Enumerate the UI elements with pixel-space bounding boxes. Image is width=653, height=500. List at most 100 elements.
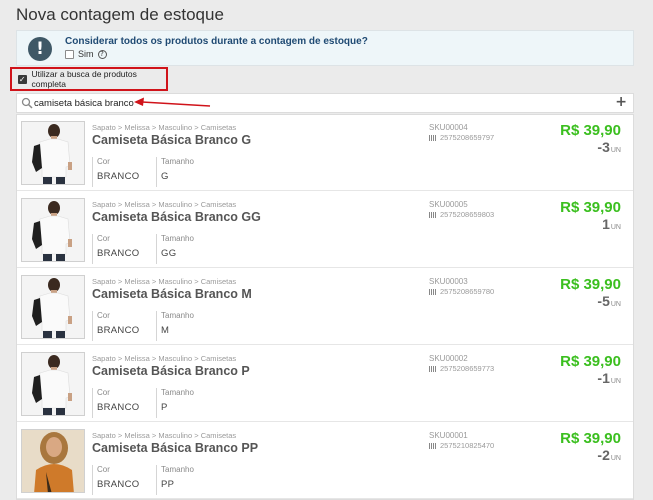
annotation-arrow-icon [134,97,211,107]
unit-label: UN [610,455,621,462]
product-quantity-value: -2 [597,447,610,463]
attr-color: Cor BRANCO [92,234,154,264]
add-icon[interactable]: + [615,94,627,110]
product-image[interactable] [21,275,85,339]
attr-size-value: P [161,402,168,413]
breadcrumb-separator: > [194,123,199,132]
attr-size: Tamanho P [156,388,226,418]
barcode-icon [429,442,437,449]
attr-color-label: Cor [97,157,110,166]
product-quantity: -2UN [597,447,621,463]
consider-all-checkbox[interactable] [65,49,74,59]
full-search-checkbox[interactable]: ✓ [18,74,27,84]
product-name[interactable]: Camiseta Básica Branco G [92,133,251,147]
product-price: R$ 39,90 [560,276,621,293]
breadcrumb: Sapato > Melissa > Masculino > Camisetas [92,354,236,363]
barcode-icon [429,365,437,372]
attr-color: Cor BRANCO [92,465,154,495]
notice-question: Considerar todos os produtos durante a c… [65,36,368,47]
product-sku: SKU00003 [429,277,468,286]
product-price: R$ 39,90 [560,353,621,370]
breadcrumb-item: Camisetas [200,277,237,286]
product-name[interactable]: Camiseta Básica Branco GG [92,210,261,224]
attr-color-label: Cor [97,465,110,474]
breadcrumb: Sapato > Melissa > Masculino > Camisetas [92,431,236,440]
product-sku: SKU00001 [429,431,468,440]
notice-panel: ! Considerar todos os produtos durante a… [16,30,634,66]
attr-color-label: Cor [97,388,110,397]
breadcrumb-item: Camisetas [200,200,237,209]
product-price: R$ 39,90 [560,122,621,139]
product-image[interactable] [21,121,85,185]
attr-size: Tamanho PP [156,465,226,495]
consider-all-option[interactable]: Sim ? [65,49,107,59]
barcode-icon [429,288,437,295]
breadcrumb-item: Camisetas [200,354,237,363]
breadcrumb-separator: > [194,277,199,286]
breadcrumb-item: Camisetas [200,123,237,132]
breadcrumb-separator: > [151,354,157,363]
product-name[interactable]: Camiseta Básica Branco PP [92,441,258,455]
breadcrumb-separator: > [117,200,123,209]
page-title: Nova contagem de estoque [16,5,224,24]
unit-label: UN [610,301,621,308]
product-quantity: -1UN [597,370,621,386]
product-name[interactable]: Camiseta Básica Branco M [92,287,252,301]
attr-size-value: GG [161,248,177,259]
product-image[interactable] [21,352,85,416]
unit-label: UN [610,378,621,385]
attr-color-label: Cor [97,311,110,320]
attr-color-value: BRANCO [97,402,140,413]
attr-size: Tamanho GG [156,234,226,264]
breadcrumb: Sapato > Melissa > Masculino > Camisetas [92,123,236,132]
product-row[interactable]: Sapato > Melissa > Masculino > Camisetas… [17,115,633,191]
attr-color-value: BRANCO [97,325,140,336]
product-row[interactable]: Sapato > Melissa > Masculino > Camisetas… [17,269,633,345]
product-ean-value: 2575210825470 [440,441,495,450]
attr-color: Cor BRANCO [92,388,154,418]
attr-size-value: M [161,325,170,336]
product-row[interactable]: Sapato > Melissa > Masculino > Camisetas… [17,423,633,499]
full-search-option[interactable]: ✓ Utilizar a busca de produtos completa [10,67,168,91]
breadcrumb-item: Masculino [158,354,193,363]
breadcrumb: Sapato > Melissa > Masculino > Camisetas [92,200,236,209]
breadcrumb-item: Sapato [92,123,116,132]
product-ean-value: 2575208659773 [440,364,495,373]
breadcrumb-item: Melissa [124,200,150,209]
product-ean: 2575208659773 [429,364,494,373]
search-input[interactable] [34,96,594,110]
attr-color-value: BRANCO [97,248,140,259]
product-row[interactable]: Sapato > Melissa > Masculino > Camisetas… [17,346,633,422]
product-row[interactable]: Sapato > Melissa > Masculino > Camisetas… [17,192,633,268]
breadcrumb-item: Sapato [92,277,116,286]
full-search-label: Utilizar a busca de produtos completa [31,69,137,89]
product-quantity: 1UN [602,216,621,232]
breadcrumb-separator: > [117,431,123,440]
product-quantity-value: -5 [597,293,610,309]
product-name[interactable]: Camiseta Básica Branco P [92,364,250,378]
search-icon [21,97,33,109]
product-list: Sapato > Melissa > Masculino > Camisetas… [16,114,634,500]
attr-color: Cor BRANCO [92,157,154,187]
unit-label: UN [610,224,621,231]
product-sku: SKU00002 [429,354,468,363]
product-ean: 2575210825470 [429,441,494,450]
consider-all-label: Sim [78,49,94,59]
product-price: R$ 39,90 [560,199,621,216]
product-image[interactable] [21,198,85,262]
unit-label: UN [610,147,621,154]
breadcrumb-item: Masculino [158,277,193,286]
breadcrumb-separator: > [151,431,157,440]
attr-color-value: BRANCO [97,479,140,490]
product-ean: 2575208659797 [429,133,494,142]
attr-size-label: Tamanho [161,388,194,397]
breadcrumb-item: Masculino [158,123,193,132]
breadcrumb-separator: > [194,431,199,440]
exclamation-icon: ! [28,37,52,61]
help-icon[interactable]: ? [97,49,107,59]
product-image[interactable] [21,429,85,493]
barcode-icon [429,211,437,218]
product-quantity: -5UN [597,293,621,309]
attr-color: Cor BRANCO [92,311,154,341]
attr-size: Tamanho G [156,157,226,187]
